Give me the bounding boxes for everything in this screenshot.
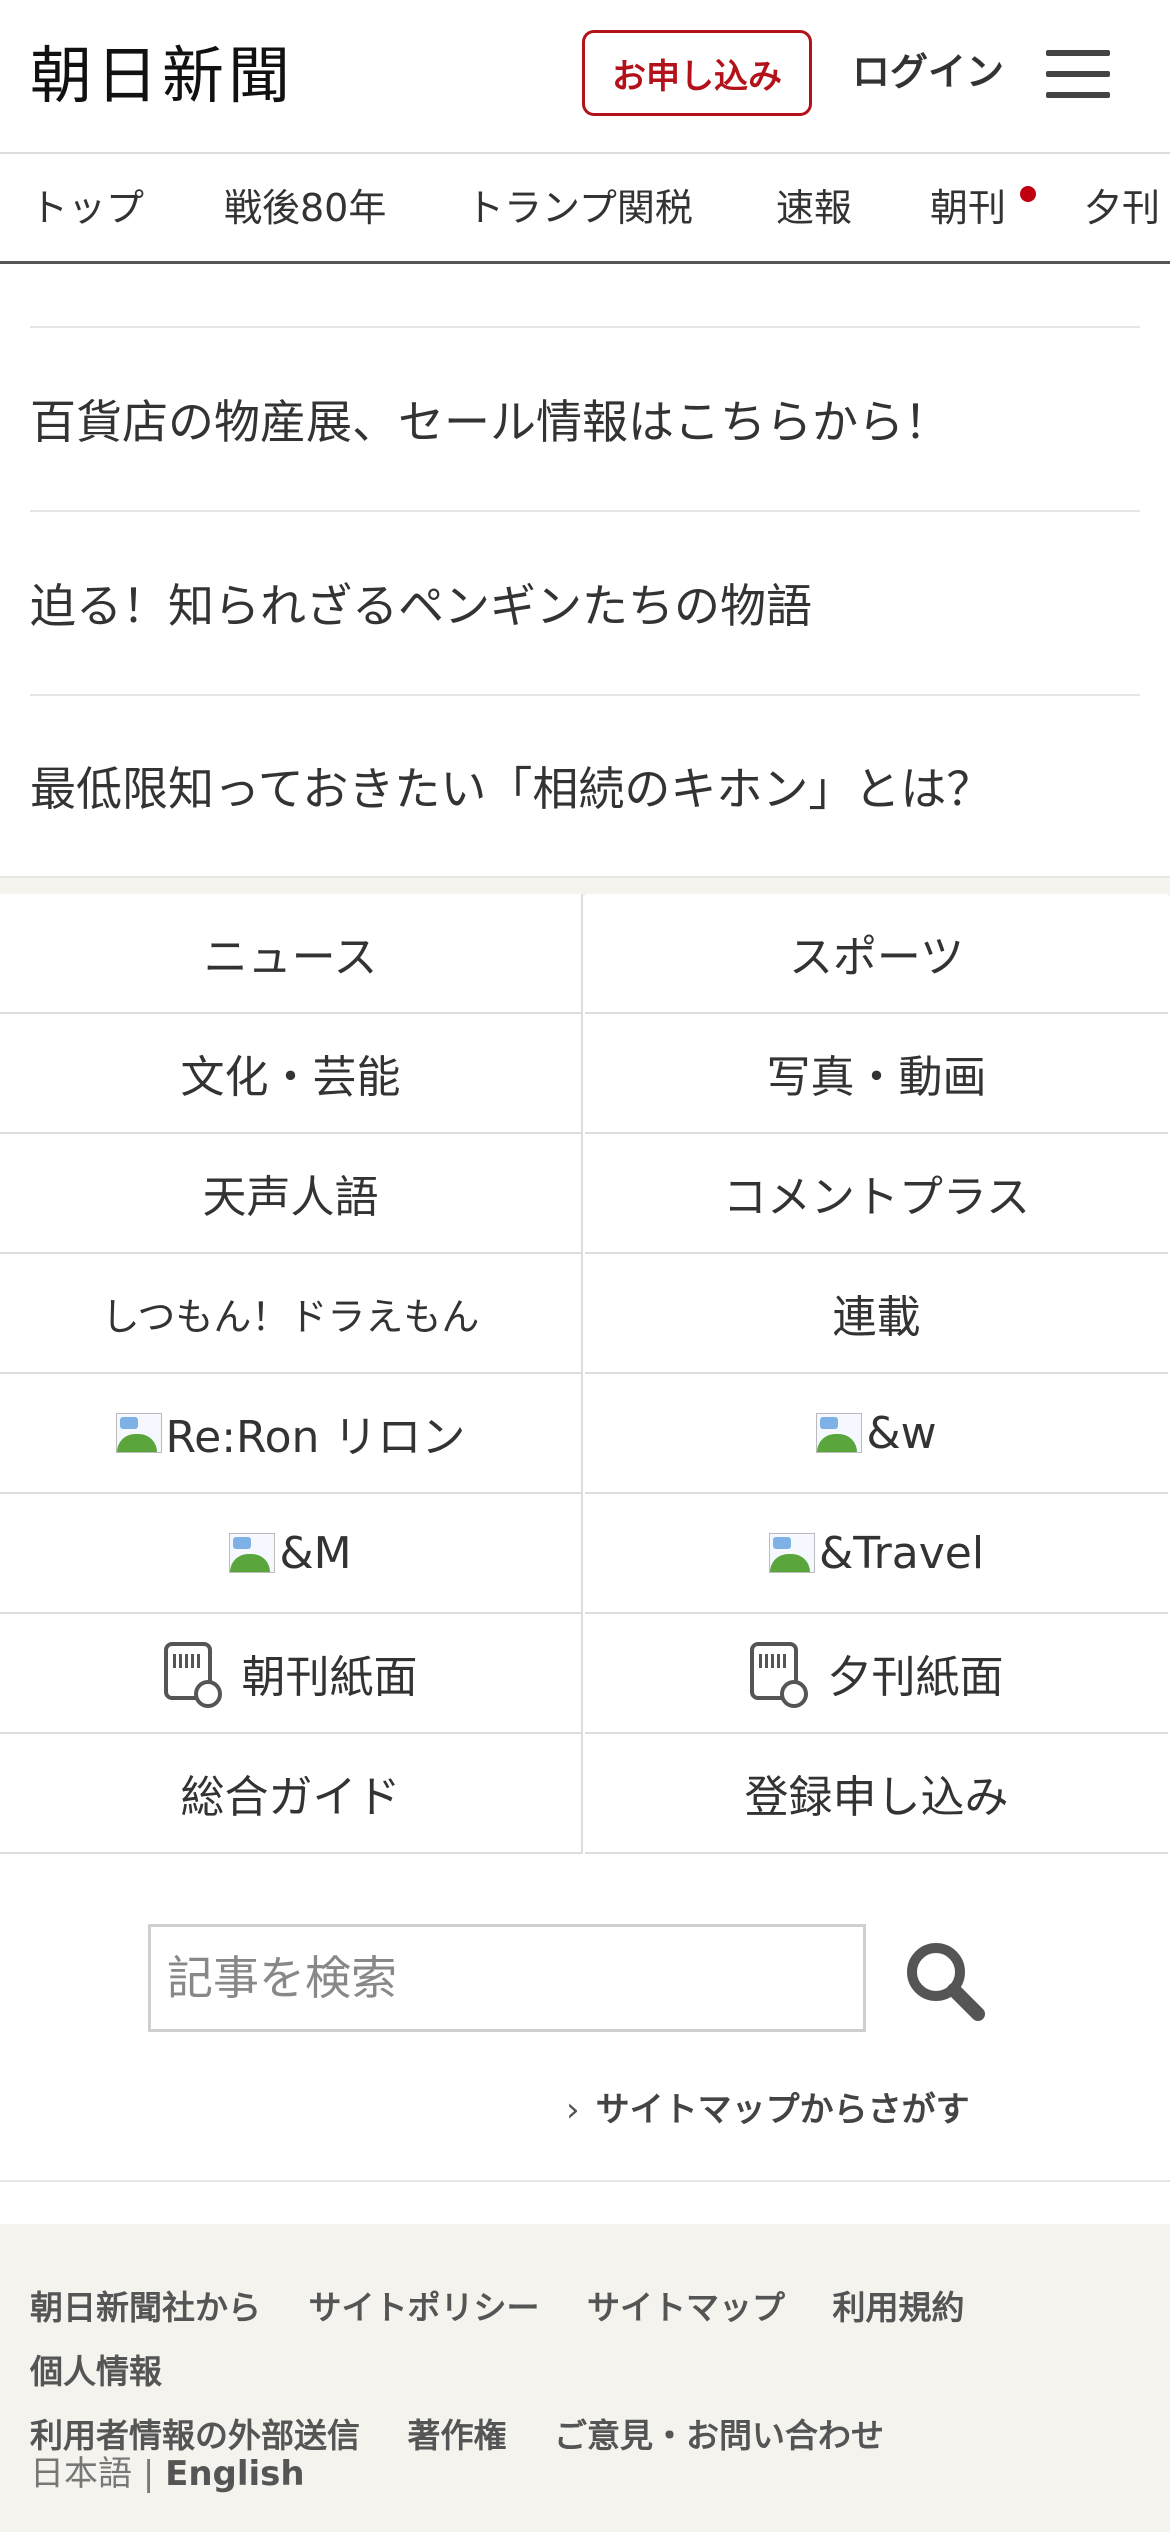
grid-item-guide[interactable]: 総合ガイド [0,1734,583,1854]
grid-item-and-m[interactable]: &M [0,1494,583,1614]
grid-item-label: &w [866,1407,937,1459]
footer-link[interactable]: 著作権 [408,2416,507,2455]
grid-item-evening-paper[interactable]: 夕刊紙面 [585,1614,1168,1734]
grid-item-sports[interactable]: スポーツ [585,894,1168,1014]
grid-item-doraemon[interactable]: しつもん！ドラえもん [0,1254,583,1374]
footer-link[interactable]: 利用規約 [833,2288,965,2327]
grid-item-and-travel[interactable]: &Travel [585,1494,1168,1614]
new-indicator-dot [1020,186,1036,202]
site-header: 朝日新聞 お申し込み ログイン [0,0,1170,152]
grid-item-label: 朝刊紙面 [241,1652,418,1703]
language-separator: | [142,2454,155,2494]
search-input[interactable] [148,1924,866,2032]
grid-item-comment-plus[interactable]: コメントプラス [585,1134,1168,1254]
hamburger-menu-icon[interactable] [1046,46,1110,102]
broken-image-icon [768,1533,815,1573]
language-english[interactable]: English [165,2454,305,2494]
grid-item-rensai[interactable]: 連載 [585,1254,1168,1374]
site-logo[interactable]: 朝日新聞 [30,38,294,114]
tab-top[interactable]: トップ [30,154,144,261]
promo-text: 百貨店の物産展、セール情報はこちらから！ [30,395,950,449]
grid-item-label: &Travel [818,1527,985,1579]
tab-breaking[interactable]: 速報 [776,154,852,261]
footer-link[interactable]: サイトマップ [587,2288,785,2327]
footer-link[interactable]: サイトポリシー [309,2288,540,2327]
promo-item[interactable]: 迫る！知られざるペンギンたちの物語 [30,510,1140,694]
site-footer: 朝日新聞社から サイトポリシー サイトマップ 利用規約 個人情報 利用者情報の外… [0,2224,1170,2532]
footer-link[interactable]: ご意見・お問い合わせ [554,2416,884,2455]
promo-text: 最低限知っておきたい「相続のキホン」とは？ [30,762,993,816]
grid-item-label: &M [279,1527,352,1579]
sitemap-link-label: サイトマップからさがす [595,2090,970,2130]
login-link[interactable]: ログイン [852,42,1004,102]
section-divider [0,876,1170,896]
promo-item[interactable]: 最低限知っておきたい「相続のキホン」とは？ [30,694,1140,876]
apply-button[interactable]: お申し込み [582,30,812,116]
tab-postwar-80[interactable]: 戦後80年 [224,154,386,261]
grid-item-photo-video[interactable]: 写真・動画 [585,1014,1168,1134]
tab-evening-edition[interactable]: 夕刊 [1084,154,1160,261]
grid-item-tenseijingo[interactable]: 天声人語 [0,1134,583,1254]
footer-link[interactable]: 個人情報 [30,2352,162,2391]
grid-item-label: 夕刊紙面 [827,1652,1004,1703]
language-japanese[interactable]: 日本語 [30,2454,132,2494]
promo-item[interactable]: 百貨店の物産展、セール情報はこちらから！ [30,326,1140,510]
grid-item-news[interactable]: ニュース [0,894,583,1014]
grid-item-label: Re:Ron リロン [165,1412,466,1463]
category-nav: トップ 戦後80年 トランプ関税 速報 朝刊 夕刊 [0,152,1170,264]
footer-links: 朝日新聞社から サイトポリシー サイトマップ 利用規約 個人情報 利用者情報の外… [30,2276,1140,2468]
broken-image-icon [229,1533,276,1573]
grid-item-register[interactable]: 登録申し込み [585,1734,1168,1854]
broken-image-icon [816,1413,863,1453]
promo-text: 迫る！知られざるペンギンたちの物語 [30,579,812,633]
grid-item-reron[interactable]: Re:Ron リロン [0,1374,583,1494]
broken-image-icon [115,1413,162,1453]
search-icon[interactable] [900,1936,990,2026]
tab-morning-edition[interactable]: 朝刊 [930,154,1006,261]
grid-item-and-w[interactable]: &w [585,1374,1168,1494]
grid-item-morning-paper[interactable]: 朝刊紙面 [0,1614,583,1734]
chevron-right-icon: › [566,2090,580,2130]
search-section: › サイトマップからさがす [0,1856,1170,2182]
morning-paper-icon [163,1642,222,1708]
grid-item-culture[interactable]: 文化・芸能 [0,1014,583,1134]
evening-paper-icon [749,1642,808,1708]
footer-link[interactable]: 朝日新聞社から [30,2288,261,2327]
language-switcher: 日本語 | English [30,2446,305,2495]
tab-trump-tariff[interactable]: トランプ関税 [466,154,693,261]
sitemap-link[interactable]: › サイトマップからさがす [566,2082,970,2131]
